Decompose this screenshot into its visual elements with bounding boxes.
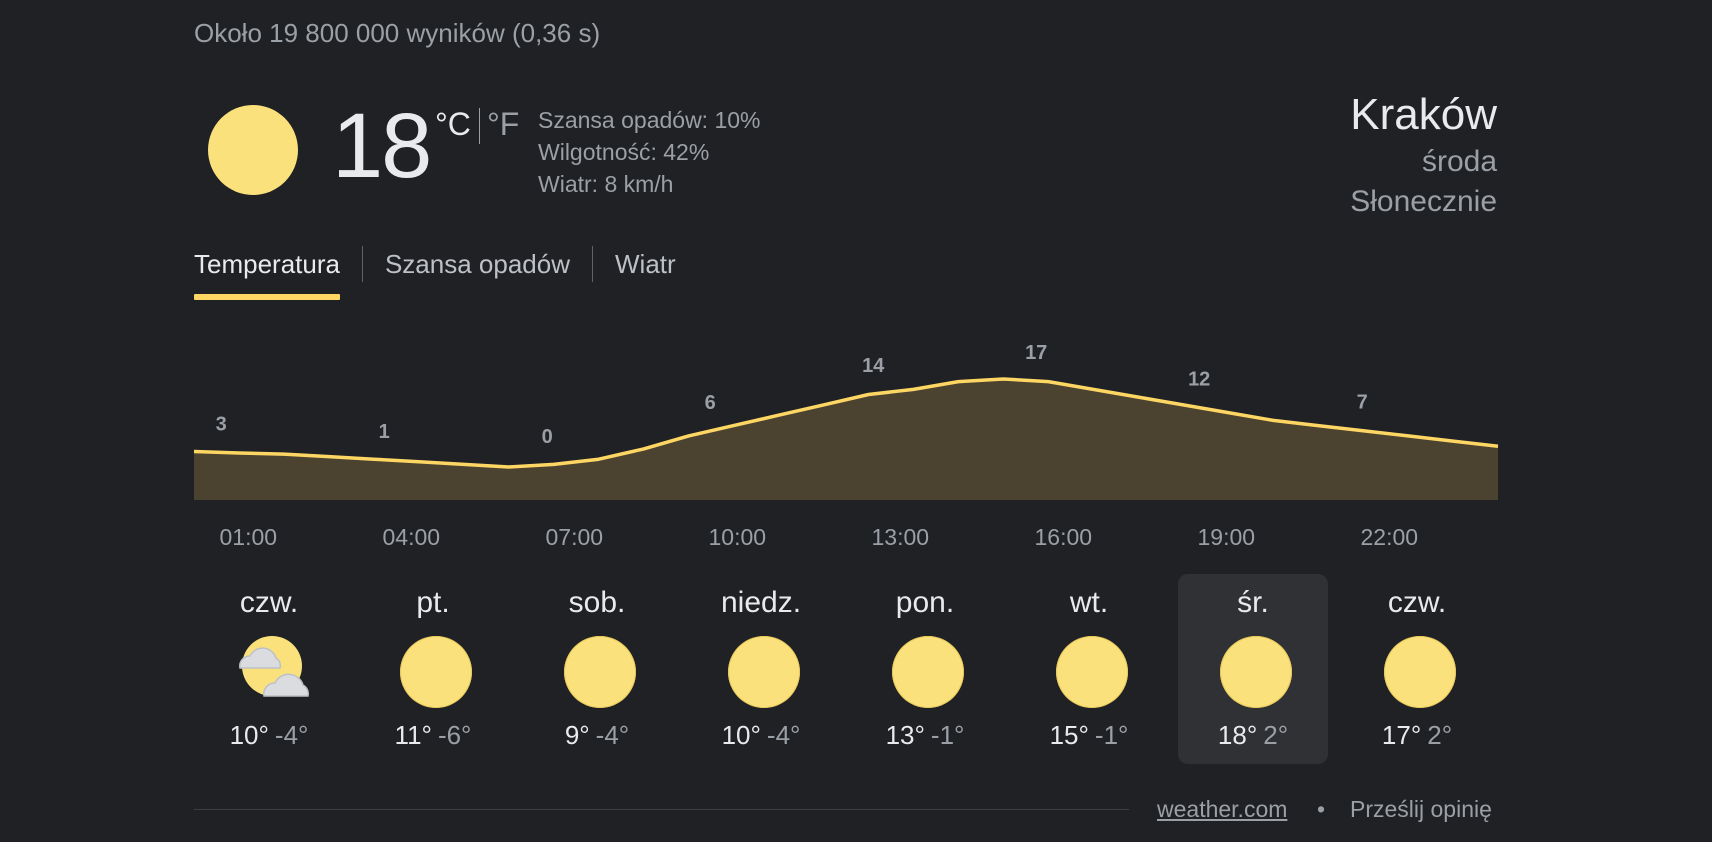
weather-card: Około 19 800 000 wyników (0,36 s) 18 °C … <box>0 0 1712 842</box>
partly-cloudy-icon <box>236 636 310 710</box>
forecast-temperatures: 18° 2° <box>1178 720 1328 751</box>
sun-icon <box>1220 636 1294 710</box>
temperature-point-label: 3 <box>216 413 227 435</box>
forecast-temperatures: 10° -4° <box>686 720 836 751</box>
forecast-max-temp: 10° <box>229 720 269 750</box>
forecast-temperatures: 13° -1° <box>850 720 1000 751</box>
forecast-day[interactable]: wt. 15° -1° <box>1014 574 1164 764</box>
forecast-day[interactable]: czw. 10° -4° <box>194 574 344 764</box>
forecast-day[interactable]: pon. 13° -1° <box>850 574 1000 764</box>
forecast-max-temp: 13° <box>885 720 925 750</box>
temperature-point-label: 0 <box>542 426 553 448</box>
sun-icon <box>400 636 474 710</box>
forecast-day[interactable]: czw. 17° 2° <box>1342 574 1492 764</box>
hour-tick-label: 16:00 <box>1034 524 1093 550</box>
forecast-day-name: pt. <box>416 586 450 619</box>
temperature-point-label: 17 <box>1025 342 1047 364</box>
forecast-max-temp: 11° <box>394 720 432 750</box>
footer-divider <box>194 809 1129 810</box>
hour-tick-label: 04:00 <box>382 524 441 550</box>
forecast-min-temp: 2° <box>1427 720 1453 750</box>
forecast-day[interactable]: niedz. 10° -4° <box>686 574 836 764</box>
forecast-max-temp: 9° <box>564 720 590 750</box>
hour-tick-label: 01:00 <box>219 524 278 550</box>
forecast-min-temp: 2° <box>1263 720 1289 750</box>
hour-tick-label: 13:00 <box>871 524 930 550</box>
sun-icon <box>564 636 638 710</box>
sun-icon <box>892 636 966 710</box>
forecast-max-temp: 10° <box>721 720 761 750</box>
forecast-day-name: niedz. <box>720 586 802 619</box>
sun-icon <box>1384 636 1458 710</box>
forecast-max-temp: 17° <box>1381 720 1422 750</box>
hour-tick-label: 19:00 <box>1197 524 1256 550</box>
temperature-point-label: 12 <box>1188 369 1210 391</box>
forecast-max-temp: 18° <box>1217 720 1258 750</box>
forecast-day-name: czw. <box>239 586 299 619</box>
forecast-min-temp: -1° <box>930 720 965 750</box>
temperature-point-label: 7 <box>1357 392 1368 414</box>
forecast-min-temp: -4° <box>274 720 309 750</box>
temperature-point-label: 14 <box>862 355 885 377</box>
forecast-day-name: sob. <box>568 586 626 619</box>
forecast-temperatures: 11° -6° <box>358 720 508 751</box>
temperature-point-label: 1 <box>379 421 390 443</box>
forecast-temperatures: 10° -4° <box>194 720 344 751</box>
temperature-point-label: 6 <box>705 392 716 414</box>
hour-tick-label: 10:00 <box>708 524 767 550</box>
forecast-temperatures: 15° -1° <box>1014 720 1164 751</box>
forecast-day[interactable]: sob. 9° -4° <box>522 574 672 764</box>
forecast-min-temp: -6° <box>437 720 472 750</box>
forecast-temperatures: 9° -4° <box>522 720 672 751</box>
forecast-day-name: śr. <box>1237 586 1269 619</box>
hour-tick-label: 07:00 <box>545 524 604 550</box>
sun-icon <box>728 636 802 710</box>
forecast-day[interactable]: pt. 11° -6° <box>358 574 508 764</box>
forecast-min-temp: -1° <box>1094 720 1129 750</box>
forecast-min-temp: -4° <box>595 720 630 750</box>
forecast-day[interactable]: śr. 18° 2° <box>1178 574 1328 764</box>
forecast-day-name: czw. <box>1387 586 1447 619</box>
forecast-min-temp: -4° <box>766 720 801 750</box>
footer-separator: • <box>1317 796 1326 822</box>
forecast-day-name: wt. <box>1069 586 1109 619</box>
forecast-day-name: pon. <box>895 586 955 619</box>
source-link[interactable]: weather.com <box>1157 796 1287 823</box>
feedback-link[interactable]: Prześlij opinię <box>1350 796 1492 823</box>
forecast-temperatures: 17° 2° <box>1342 720 1492 751</box>
hour-tick-label: 22:00 <box>1360 524 1419 550</box>
forecast-max-temp: 15° <box>1049 720 1089 750</box>
sun-icon <box>1056 636 1130 710</box>
